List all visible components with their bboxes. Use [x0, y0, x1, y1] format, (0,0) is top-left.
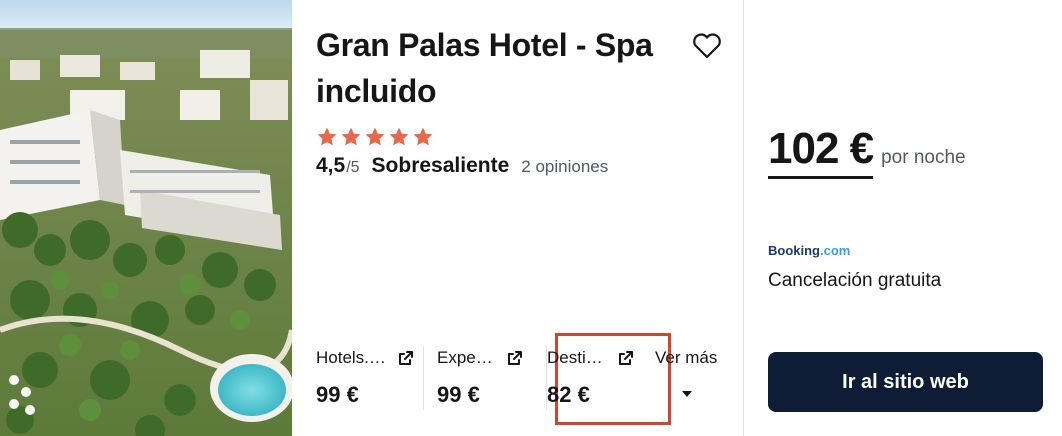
price-per-night[interactable]: 102 € [768, 124, 874, 179]
per-night-label: por noche [881, 147, 966, 168]
provider-prices: Hotels.… 99 € Expe… 99 € Desti… 82 € Ver… [316, 333, 728, 425]
star-rating [316, 126, 434, 148]
caret-down-icon [682, 391, 692, 397]
hotel-info-panel: Gran Palas Hotel - Spa incluido 4,5 /5 S… [292, 0, 744, 436]
external-link-icon [619, 351, 633, 365]
go-to-site-button[interactable]: Ir al sitio web [768, 352, 1043, 412]
provider-destinia[interactable]: Desti… 82 € [547, 344, 647, 418]
reviews-count[interactable]: 2 opiniones [521, 157, 608, 177]
hotel-title-area: Gran Palas Hotel - Spa incluido [316, 22, 728, 114]
booking-logo: Booking.com [768, 243, 850, 258]
provider-price: 99 € [437, 382, 480, 407]
hotel-photo[interactable] [0, 0, 292, 436]
heart-outline-icon[interactable] [692, 32, 722, 60]
provider-name: Hotels.… [316, 348, 386, 367]
more-label: Ver más [655, 348, 718, 367]
price-row: 102 € por noche [768, 124, 966, 179]
external-link-icon [399, 351, 413, 365]
rating-score: 4,5 [316, 154, 346, 177]
rating-score-max: /5 [346, 159, 360, 176]
hotel-name[interactable]: Gran Palas Hotel - Spa incluido [316, 22, 728, 114]
star-icon [365, 127, 385, 146]
provider-price: 99 € [316, 382, 359, 407]
star-icon [341, 127, 361, 146]
provider-name: Desti… [547, 348, 603, 367]
external-link-icon [508, 351, 522, 365]
booking-logo-suffix: .com [820, 243, 851, 258]
free-cancellation-label: Cancelación gratuita [768, 270, 942, 291]
rating-verdict: Sobresaliente [371, 154, 510, 177]
star-icon [389, 127, 409, 146]
star-icon [413, 127, 433, 146]
provider-expedia[interactable]: Expe… 99 € [437, 344, 537, 418]
provider-name: Expe… [437, 348, 493, 367]
booking-logo-text: Booking [768, 243, 820, 258]
provider-price: 82 € [547, 382, 590, 407]
star-icon [317, 127, 337, 146]
rating-summary: 4,5 /5 Sobresaliente 2 opiniones [316, 154, 608, 178]
provider-divider [423, 346, 424, 410]
offer-panel: 102 € por noche Booking.com Cancelación … [744, 0, 1062, 436]
more-providers-button[interactable]: Ver más [655, 344, 725, 418]
provider-hotels[interactable]: Hotels.… 99 € [316, 344, 416, 418]
hotel-aerial-image [0, 0, 292, 436]
